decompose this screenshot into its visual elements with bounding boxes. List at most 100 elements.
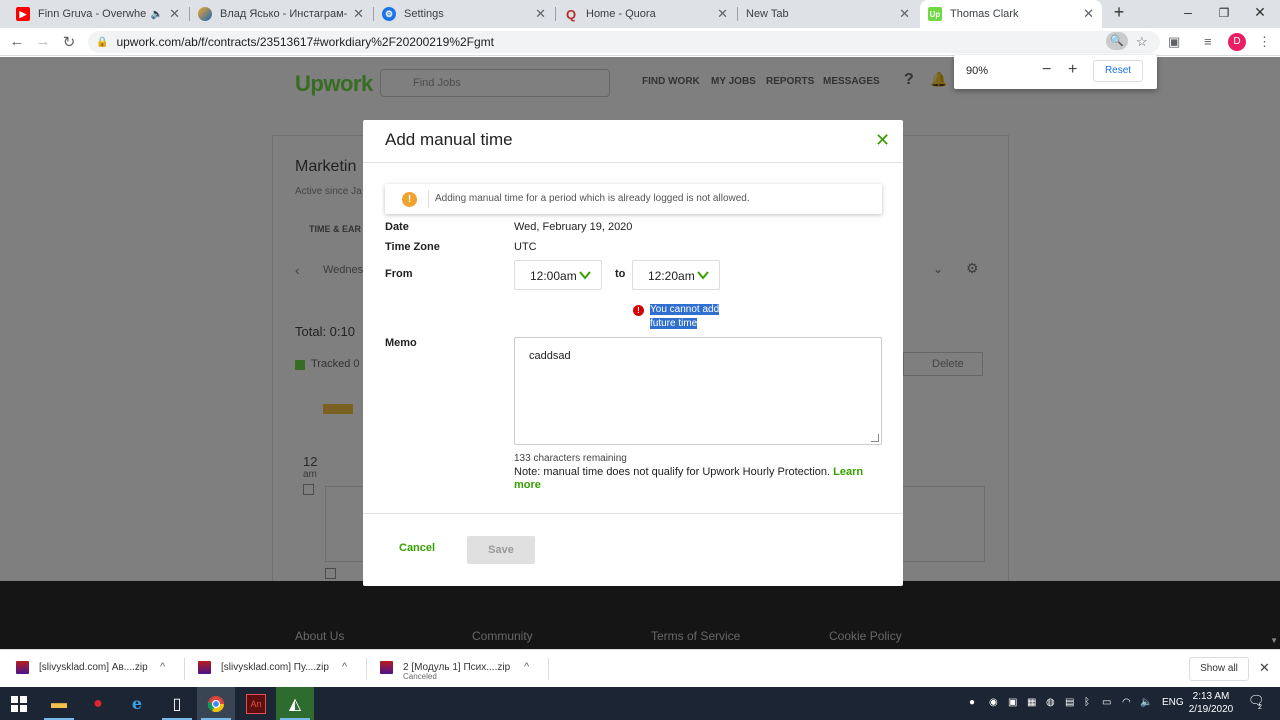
memo-label: Memo (385, 337, 417, 349)
protection-note: Note: manual time does not qualify for U… (514, 466, 864, 491)
close-download-bar-icon[interactable]: ✕ (1259, 660, 1270, 676)
archive-icon (380, 661, 393, 674)
zoom-in-button[interactable]: + (1068, 61, 1077, 79)
youtube-icon: ▶ (16, 7, 30, 21)
power-icon[interactable]: ▭ (1102, 697, 1111, 708)
divider (363, 162, 903, 163)
settings-gear-icon: ⚙ (382, 7, 396, 21)
terminal-app-icon[interactable]: ◭ (276, 687, 314, 720)
language-indicator[interactable]: ENG (1162, 697, 1184, 708)
minimize-icon[interactable]: – (1178, 4, 1198, 20)
reload-icon[interactable]: ↻ (60, 33, 78, 51)
address-bar[interactable]: 🔒 upwork.com/ab/f/contracts/23513617#wor… (88, 31, 1160, 53)
notifications-icon[interactable]: 🗨 (1248, 693, 1265, 709)
browser-tab[interactable]: ▶ Finn Gruva - Overwhelmed 🔈 ✕ (8, 0, 188, 28)
volume-icon[interactable]: 🔈 (1140, 697, 1152, 708)
dialog-title: Add manual time (385, 130, 513, 149)
media-controls-icon[interactable]: ≡ (1204, 34, 1212, 49)
internet-explorer-icon[interactable]: e (118, 687, 156, 720)
browser-tab[interactable]: ⚙ Settings ✕ (374, 0, 554, 28)
tray-app-icon[interactable]: ▦ (1027, 697, 1036, 708)
download-item[interactable]: 2 [Модуль 1] Псих....zip Canceled ^ (380, 650, 542, 688)
tray-app-icon[interactable]: ▤ (1065, 697, 1074, 708)
download-item[interactable]: [slivysklad.com] Ав....zip ^ (16, 650, 178, 688)
add-manual-time-dialog: Add manual time ✕ ! Adding manual time f… (363, 120, 903, 586)
profile-avatar[interactable]: D (1228, 33, 1246, 51)
alert-text: Adding manual time for a period which is… (435, 193, 750, 204)
divider (366, 658, 367, 680)
from-time-select[interactable]: 12:00am (514, 260, 602, 290)
viber-icon[interactable]: ● (969, 697, 975, 708)
cancel-button[interactable]: Cancel (399, 542, 435, 554)
file-explorer-icon[interactable]: ▬ (40, 687, 78, 720)
bookmark-star-icon[interactable]: ☆ (1136, 34, 1148, 50)
chevron-up-icon[interactable]: ^ (524, 661, 529, 673)
archive-icon (16, 661, 29, 674)
archive-icon (198, 661, 211, 674)
error-message: You cannot add future time (650, 304, 720, 329)
animate-app-icon[interactable]: An (237, 687, 275, 720)
divider (184, 658, 185, 680)
close-icon[interactable]: ✕ (875, 130, 890, 151)
extension-icon[interactable]: ▣ (1168, 34, 1180, 50)
bluetooth-icon[interactable]: ᛒ (1084, 697, 1090, 708)
scroll-down-icon[interactable]: ▼ (1270, 636, 1278, 645)
browser-tab[interactable]: Влад Ясько - Инстаграм-маркет ✕ (190, 0, 372, 28)
download-item[interactable]: [slivysklad.com] Пу....zip ^ (198, 650, 360, 688)
lock-icon: 🔒 (96, 36, 109, 48)
browser-tab-strip: ▶ Finn Gruva - Overwhelmed 🔈 ✕ Влад Яськ… (0, 0, 1280, 28)
window-close-icon[interactable]: ✕ (1250, 4, 1270, 21)
close-tab-icon[interactable]: ✕ (353, 6, 364, 22)
close-tab-icon[interactable]: ✕ (535, 6, 546, 22)
characters-remaining: 133 characters remaining (514, 453, 627, 464)
chrome-tray-icon[interactable]: ◍ (1046, 697, 1055, 708)
memo-textarea[interactable]: caddsad (514, 337, 882, 445)
chevron-up-icon[interactable]: ^ (342, 661, 347, 673)
network-icon[interactable]: ◠ (1122, 697, 1131, 708)
new-tab-icon[interactable]: + (1109, 2, 1129, 23)
browser-tab[interactable]: New Tab ✕ (738, 0, 918, 28)
close-tab-icon[interactable]: ✕ (899, 6, 910, 22)
zoom-out-button[interactable]: − (1042, 61, 1051, 79)
timezone-value: UTC (514, 241, 537, 253)
zoom-reset-button[interactable]: Reset (1093, 60, 1143, 82)
divider (363, 513, 903, 514)
files-app-icon[interactable]: ▯ (158, 687, 196, 720)
notification-count: 2 (1258, 704, 1262, 711)
windows-start-icon[interactable] (0, 687, 38, 720)
browser-toolbar: ← → ↻ 🔒 upwork.com/ab/f/contracts/235136… (0, 28, 1280, 56)
page-viewport: Upwork Find Jobs FIND WORK MY JOBS REPOR… (0, 57, 1280, 649)
tray-app-icon[interactable]: ▣ (1008, 697, 1017, 708)
save-button[interactable]: Save (467, 536, 535, 564)
menu-kebab-icon[interactable]: ⋮ (1258, 34, 1271, 50)
close-tab-icon[interactable]: ✕ (1083, 6, 1094, 22)
to-time-select[interactable]: 12:20am (632, 260, 720, 290)
close-tab-icon[interactable]: ✕ (169, 6, 180, 22)
system-clock[interactable]: 2:13 AM 2/19/2020 (1188, 690, 1234, 716)
page-icon (198, 7, 212, 21)
windows-taskbar: ▬ ● e ▯ An ◭ ● ◉ ▣ ▦ ◍ ▤ ᛒ ▭ ◠ 🔈 ENG 2:1… (0, 687, 1280, 720)
browser-tab-active[interactable]: Up Thomas Clark ✕ (920, 0, 1102, 28)
browser-tab[interactable]: Q Home - Quora ✕ (556, 0, 736, 28)
zoom-level: 90% (966, 65, 989, 77)
zoom-popover: 90% − + Reset (954, 55, 1157, 89)
chrome-icon[interactable] (197, 687, 235, 720)
warning-alert: ! Adding manual time for a period which … (385, 184, 882, 214)
tray-app-icon[interactable]: ◉ (989, 697, 998, 708)
back-icon[interactable]: ← (8, 33, 26, 50)
warning-icon: ! (402, 192, 417, 207)
chevron-up-icon[interactable]: ^ (160, 661, 165, 673)
chevron-down-icon (579, 271, 591, 280)
opera-icon[interactable]: ● (79, 687, 117, 720)
restore-icon[interactable]: ❐ (1214, 6, 1234, 20)
close-tab-icon[interactable]: ✕ (717, 6, 728, 22)
date-label: Date (385, 221, 409, 233)
resize-grip-icon[interactable] (871, 434, 879, 442)
show-all-downloads-button[interactable]: Show all (1189, 657, 1249, 681)
chevron-down-icon (697, 271, 709, 280)
speaker-icon[interactable]: 🔈 (151, 9, 163, 20)
divider (428, 190, 429, 208)
to-label: to (615, 268, 626, 280)
forward-icon[interactable]: → (34, 33, 52, 50)
zoom-magnifier-icon[interactable]: 🔍 (1106, 32, 1128, 50)
